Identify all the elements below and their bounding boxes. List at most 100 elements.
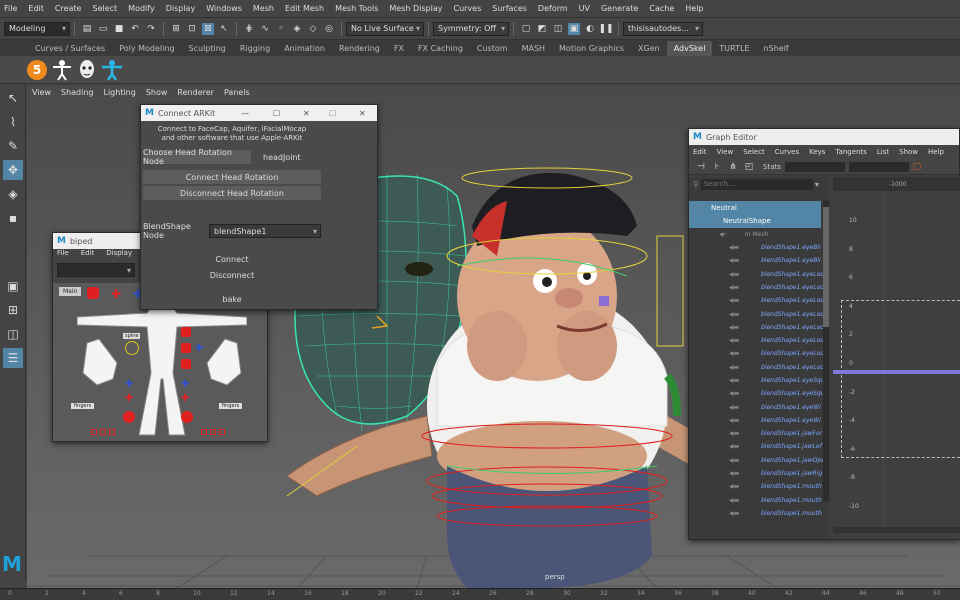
select-component-icon[interactable]: ⊠ — [202, 22, 214, 35]
symmetry-dropdown[interactable]: Symmetry: Off — [433, 21, 509, 36]
outliner-row[interactable]: ◀▬ blendShape1.eyeLoo — [689, 281, 824, 294]
biped-picker-button[interactable] — [51, 59, 73, 81]
outliner-row[interactable]: ◀▬ blendShape1.eyeSqu — [689, 374, 825, 387]
shelf-tab-sculpting[interactable]: Sculpting — [182, 41, 233, 56]
knee-r-cross-icon[interactable]: ✚ — [181, 393, 189, 404]
graph-menu-tangents[interactable]: Tangents — [835, 148, 866, 156]
menu-deform[interactable]: Deform — [538, 4, 568, 13]
hip-r-cross-icon[interactable]: ✚ — [181, 379, 189, 390]
toe-button[interactable] — [210, 429, 216, 435]
shelf-tab-poly-modeling[interactable]: Poly Modeling — [112, 41, 181, 56]
shelf-tab-rigging[interactable]: Rigging — [233, 41, 277, 56]
graph-editor-title-bar[interactable]: M Graph Editor — [689, 129, 959, 145]
viewport-menu-show[interactable]: Show — [146, 88, 168, 102]
graph-menu-select[interactable]: Select — [743, 148, 765, 156]
arkit-title-bar[interactable]: M Connect ARKit — ☐ ✕ ☐ ✕ — [141, 105, 377, 121]
outliner-row[interactable]: ◀▬ blendShape1.jawRig — [689, 467, 822, 480]
select-hierarchy-icon[interactable]: ⊞ — [170, 23, 182, 35]
shelf-tab-fx[interactable]: FX — [387, 41, 411, 56]
frame-all-icon[interactable]: ▢ — [911, 161, 923, 173]
render-settings-icon[interactable]: ▣ — [568, 22, 580, 35]
paint-select-icon[interactable]: ✎ — [3, 136, 23, 156]
chevron-down-icon[interactable]: ▾ — [815, 180, 819, 189]
menu-create[interactable]: Create — [55, 4, 82, 13]
fingers-left-button[interactable]: fingers — [71, 403, 95, 409]
outliner-row[interactable]: ◀▬ blendShape1.jawLef — [689, 440, 822, 453]
shelf-tab-motion-graphics[interactable]: Motion Graphics — [552, 41, 631, 56]
menu-mesh-display[interactable]: Mesh Display — [389, 4, 442, 13]
insert-key-icon[interactable]: ⊦ — [711, 161, 723, 173]
outliner-search-input[interactable] — [700, 178, 813, 190]
scale-tool-icon[interactable]: ▪ — [3, 208, 23, 228]
outliner-row[interactable]: ◀▬ blendShape1.eyeLoo — [689, 347, 824, 360]
snap-curve-icon[interactable]: ∿ — [259, 23, 271, 35]
viewport-menu-renderer[interactable]: Renderer — [177, 88, 214, 102]
snap-live-icon[interactable]: ◎ — [323, 23, 335, 35]
shelf-tab-fx-caching[interactable]: FX Caching — [411, 41, 470, 56]
snap-surface-icon[interactable]: ◇ — [307, 23, 319, 35]
graph-menu-list[interactable]: List — [877, 148, 889, 156]
menu-display[interactable]: Display — [166, 4, 196, 13]
toe-button[interactable] — [201, 429, 207, 435]
outliner-row[interactable]: ◀▬ blendShape1.eyeBli — [689, 241, 821, 254]
viewport-menu-shading[interactable]: Shading — [61, 88, 94, 102]
hip-l-cross-icon[interactable]: ✚ — [125, 379, 133, 390]
toe-button[interactable] — [219, 429, 225, 435]
shelf-tab-rendering[interactable]: Rendering — [332, 41, 387, 56]
outliner-row[interactable]: ◀▬ blendShape1.mouth — [689, 494, 822, 507]
undo-icon[interactable]: ↶ — [129, 23, 141, 35]
foot-l-button[interactable] — [123, 411, 135, 423]
foot-r-button[interactable] — [181, 411, 193, 423]
move-key-icon[interactable]: ⊣ — [695, 161, 707, 173]
single-view-icon[interactable]: ▣ — [3, 276, 23, 296]
pause-icon[interactable]: ❚❚ — [598, 23, 613, 35]
four-view-icon[interactable]: ⊞ — [3, 300, 23, 320]
viewport-menu-lighting[interactable]: Lighting — [103, 88, 135, 102]
stats-field-1[interactable] — [784, 161, 845, 172]
maximize-icon[interactable]: ☐ — [273, 109, 280, 118]
menu-file[interactable]: File — [4, 4, 17, 13]
lattice-key-icon[interactable]: ⋔ — [727, 161, 739, 173]
outliner-row[interactable]: ◀▬ blendShape1.mouth — [689, 507, 822, 520]
menu-help[interactable]: Help — [685, 4, 703, 13]
menu-edit[interactable]: Edit — [28, 4, 44, 13]
graph-menu-keys[interactable]: Keys — [809, 148, 825, 156]
outliner-row[interactable]: ◀▬ blendShape1.eyeLoo — [689, 294, 824, 307]
outliner-row[interactable]: ◀▬ blendShape1.eyeLoo — [689, 334, 824, 347]
disconnect-button[interactable]: Disconnect — [143, 268, 321, 282]
pick-mask-icon[interactable]: ↖ — [218, 23, 230, 35]
render-frame-icon[interactable]: ◩ — [536, 23, 548, 35]
bake-button[interactable]: bake — [143, 292, 321, 306]
connect-head-rotation-button[interactable]: Connect Head Rotation — [143, 170, 321, 184]
shelf-tab-xgen[interactable]: XGen — [631, 41, 667, 56]
biped-menu-file[interactable]: File — [57, 249, 69, 261]
graph-menu-help[interactable]: Help — [928, 148, 944, 156]
main-control-button[interactable] — [87, 287, 99, 299]
viewport-menu-view[interactable]: View — [32, 88, 51, 102]
shelf-tab-curves-surfaces[interactable]: Curves / Surfaces — [28, 41, 112, 56]
menu-windows[interactable]: Windows — [206, 4, 242, 13]
graph-menu-view[interactable]: View — [717, 148, 734, 156]
outliner-row[interactable]: ◀▬ blendShape1.eyeBli — [689, 254, 821, 267]
menu-curves[interactable]: Curves — [453, 4, 481, 13]
graph-canvas[interactable]: -1000 10 8 6 4 2 0 -2 -4 -6 -8 -10 — [833, 177, 960, 539]
menu-surfaces[interactable]: Surfaces — [492, 4, 527, 13]
outliner-row[interactable]: ◀▬ blendShape1.eyeLoo — [689, 321, 824, 334]
root-cross-icon[interactable]: ✚ — [111, 287, 121, 301]
render-region-icon[interactable]: ▢ — [520, 23, 532, 35]
elbow-r-button[interactable] — [181, 343, 191, 353]
graph-menu-show[interactable]: Show — [899, 148, 918, 156]
face-picker-button[interactable] — [76, 59, 98, 81]
shelf-tab-mash[interactable]: MASH — [515, 41, 552, 56]
live-surface-field[interactable]: No Live Surface — [346, 21, 424, 36]
graph-layout-icon[interactable]: ☰ — [3, 348, 23, 368]
animation-curve[interactable] — [833, 370, 960, 374]
outliner-row[interactable]: ◀▬ blendShape1.eyeLoo — [689, 307, 824, 320]
shelf-tab-animation[interactable]: Animation — [277, 41, 332, 56]
main-selector-button[interactable]: Main — [59, 287, 82, 296]
menu-generate[interactable]: Generate — [601, 4, 638, 13]
shelf-tab-advskel[interactable]: AdvSkel — [666, 41, 713, 56]
toe-button[interactable] — [109, 429, 115, 435]
outliner-row[interactable]: ◀▬ blendShape1.eyeWi — [689, 414, 821, 427]
shelf-tab-turtle[interactable]: TURTLE — [712, 41, 756, 56]
